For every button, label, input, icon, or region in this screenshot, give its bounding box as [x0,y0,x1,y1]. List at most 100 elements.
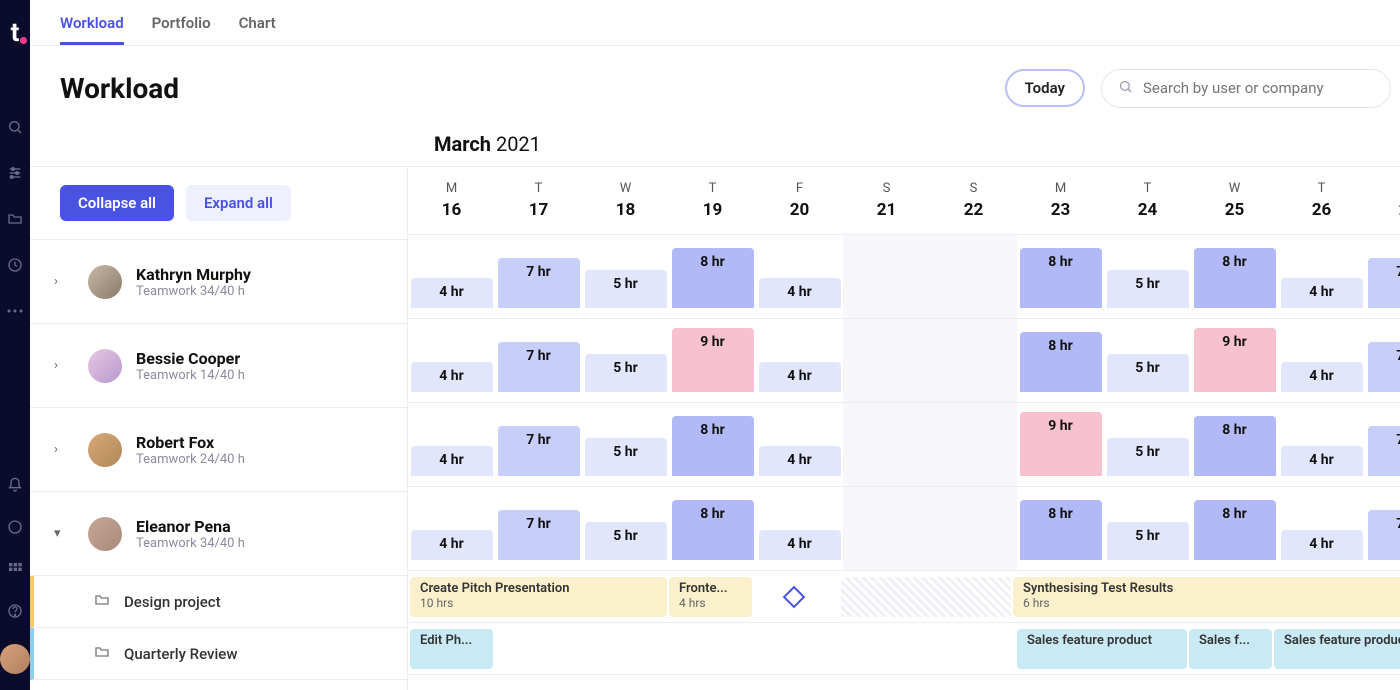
workload-cell[interactable]: 7 hr [1365,319,1400,402]
workload-cell[interactable] [930,235,1017,318]
today-button[interactable]: Today [1005,69,1085,107]
workload-cell[interactable]: 4 hr [756,487,843,570]
search-box[interactable] [1101,69,1391,108]
folder-icon[interactable] [6,210,24,228]
workload-cell[interactable]: 4 hr [756,235,843,318]
workload-cell[interactable]: 5 hr [582,487,669,570]
workload-cell[interactable]: 7 hr [1365,235,1400,318]
workload-cell[interactable] [930,487,1017,570]
task-block[interactable]: Synthesising Test Results6 hrs [1013,577,1400,617]
workload-cell[interactable]: 5 hr [1104,319,1191,402]
workload-cell[interactable]: 5 hr [1104,487,1191,570]
workload-row: 4 hr7 hr5 hr9 hr4 hr8 hr5 hr9 hr4 hr7 hr [408,319,1400,403]
workload-cell[interactable]: 4 hr [1278,487,1365,570]
chevron-right-icon[interactable]: › [54,358,74,373]
workload-cell[interactable]: 4 hr [1278,403,1365,486]
clock-icon[interactable] [6,256,24,274]
hours-bar: 4 hr [411,278,493,308]
tab-chart[interactable]: Chart [239,14,276,45]
chevron-down-icon[interactable]: ▾ [54,526,74,541]
workload-cell[interactable]: 8 hr [669,235,756,318]
expand-all-button[interactable]: Expand all [186,185,291,221]
workload-cell[interactable]: 4 hr [408,403,495,486]
workload-cell[interactable]: 9 hr [1191,319,1278,402]
tab-workload[interactable]: Workload [60,14,124,45]
workload-cell[interactable]: 8 hr [1191,487,1278,570]
workload-cell[interactable]: 4 hr [756,319,843,402]
workload-cell[interactable]: 7 hr [1365,403,1400,486]
hours-bar: 7 hr [1368,258,1400,308]
workload-cell[interactable]: 5 hr [1104,235,1191,318]
task-block[interactable]: Sales feature product [1274,629,1400,669]
hours-bar: 8 hr [1194,416,1276,476]
workload-cell[interactable]: 7 hr [495,403,582,486]
task-block[interactable]: Sales feature product [1017,629,1187,669]
workload-cell[interactable] [843,487,930,570]
workload-cell[interactable]: 7 hr [1365,487,1400,570]
workload-cell[interactable]: 5 hr [582,235,669,318]
workload-cell[interactable]: 4 hr [408,235,495,318]
task-block[interactable]: Fronte...4 hrs [669,577,752,617]
hours-bar: 8 hr [1020,500,1102,560]
project-row[interactable]: Design project [30,576,407,628]
workload-cell[interactable]: 5 hr [582,319,669,402]
folder-icon [94,644,110,664]
day-header: T19 [669,167,756,234]
workload-cell[interactable]: 8 hr [669,487,756,570]
milestone-icon[interactable] [783,585,806,608]
search-icon[interactable] [6,118,24,136]
more-icon[interactable] [6,302,24,320]
workload-cell[interactable]: 8 hr [669,403,756,486]
collapse-all-button[interactable]: Collapse all [60,185,174,221]
project-row[interactable]: Quarterly Review [30,628,407,680]
chevron-right-icon[interactable]: › [54,274,74,289]
workload-cell[interactable]: 4 hr [408,319,495,402]
sliders-icon[interactable] [6,164,24,182]
hours-bar: 4 hr [411,530,493,560]
workload-cell[interactable]: 8 hr [1017,319,1104,402]
chevron-right-icon[interactable]: › [54,442,74,457]
day-header: T17 [495,167,582,234]
tab-portfolio[interactable]: Portfolio [152,14,211,45]
user-name: Eleanor Pena [136,517,245,536]
workload-cell[interactable]: 8 hr [1017,235,1104,318]
help-icon[interactable] [6,602,24,620]
workload-cell[interactable]: 9 hr [669,319,756,402]
workload-cell[interactable] [930,319,1017,402]
hours-bar: 8 hr [1194,500,1276,560]
apps-icon[interactable] [6,560,24,578]
current-user-avatar[interactable] [0,644,30,674]
day-header: M16 [408,167,495,234]
workload-cell[interactable]: 8 hr [1191,403,1278,486]
hours-bar: 5 hr [585,270,667,308]
workload-cell[interactable]: 7 hr [495,487,582,570]
day-header: F20 [756,167,843,234]
workload-cell[interactable]: 7 hr [495,319,582,402]
workload-cell[interactable]: 8 hr [1017,487,1104,570]
workload-cell[interactable] [843,235,930,318]
workload-cell[interactable]: 4 hr [756,403,843,486]
workload-cell[interactable]: 4 hr [1278,319,1365,402]
workload-cell[interactable]: 5 hr [1104,403,1191,486]
month-label: March 2021 [30,122,1400,166]
workload-cell[interactable] [930,403,1017,486]
task-block[interactable]: Create Pitch Presentation10 hrs [410,577,667,617]
hours-bar: 7 hr [1368,426,1400,476]
hours-bar: 5 hr [1107,270,1189,308]
workload-cell[interactable] [843,319,930,402]
workload-cell[interactable] [843,403,930,486]
task-block[interactable]: Edit Ph... [410,629,493,669]
day-header: W18 [582,167,669,234]
hours-bar: 4 hr [759,278,841,308]
search-input[interactable] [1143,79,1374,97]
page-title: Workload [60,72,989,105]
workload-cell[interactable]: 9 hr [1017,403,1104,486]
task-block[interactable]: Sales f... [1189,629,1272,669]
workload-cell[interactable]: 5 hr [582,403,669,486]
workload-cell[interactable]: 7 hr [495,235,582,318]
workload-cell[interactable]: 4 hr [1278,235,1365,318]
chat-icon[interactable] [6,518,24,536]
bell-icon[interactable] [6,476,24,494]
workload-cell[interactable]: 4 hr [408,487,495,570]
workload-cell[interactable]: 8 hr [1191,235,1278,318]
